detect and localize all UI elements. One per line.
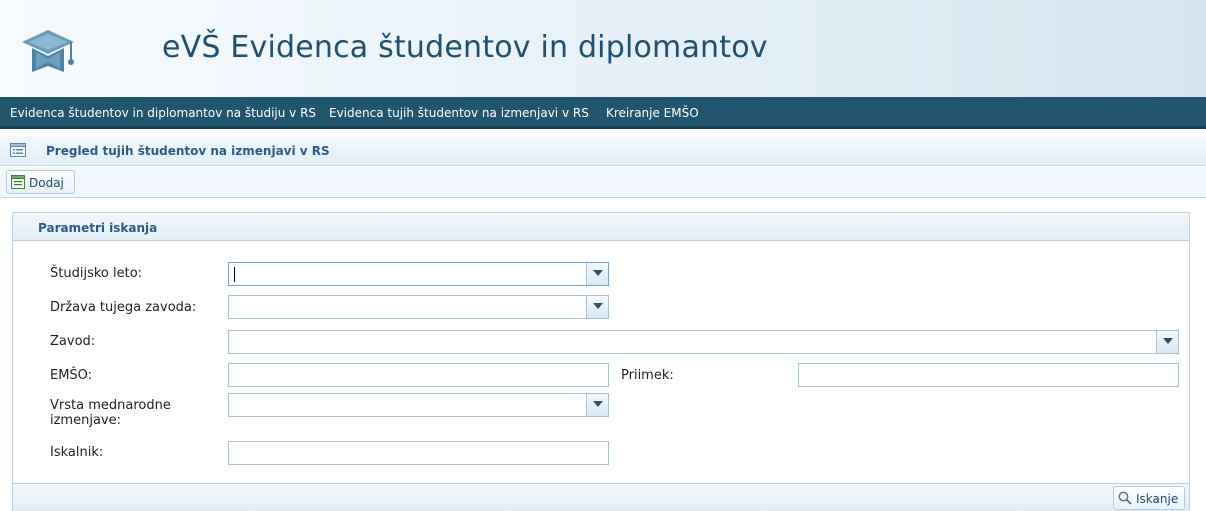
- exchange-type-input[interactable]: [229, 394, 608, 417]
- app-title: eVŠ Evidenca študentov in diplomantov: [162, 30, 768, 65]
- search-panel-title: Parametri iskanja: [38, 221, 158, 235]
- institution-select[interactable]: [228, 330, 1179, 354]
- app-header: eVŠ Evidenca študentov in diplomantov: [0, 0, 1206, 97]
- search-term-field[interactable]: [228, 441, 609, 465]
- exchange-type-dropdown-button[interactable]: [586, 394, 608, 416]
- foreign-country-input[interactable]: [229, 296, 608, 319]
- emso-label: EMŠO:: [50, 368, 93, 383]
- surname-input[interactable]: [799, 364, 1178, 387]
- chevron-down-icon: [1163, 338, 1173, 344]
- exchange-type-label: Vrsta mednarodne izmenjave:: [50, 398, 171, 428]
- page-title: Pregled tujih študentov na izmenjavi v R…: [46, 144, 330, 158]
- search-panel-header: Parametri iskanja: [13, 213, 1189, 241]
- search-button-label: Iskanje: [1136, 492, 1179, 506]
- chevron-down-icon: [593, 270, 603, 276]
- foreign-country-label: Država tujega zavoda:: [50, 300, 197, 315]
- add-button[interactable]: Dodaj: [6, 170, 75, 194]
- search-panel-footer: Iskanje: [13, 483, 1189, 511]
- foreign-country-select[interactable]: [228, 295, 609, 319]
- surname-label: Priimek:: [621, 368, 674, 383]
- main-navigation: Evidenca študentov in diplomantov na štu…: [0, 97, 1206, 129]
- search-button[interactable]: Iskanje: [1113, 486, 1185, 510]
- text-cursor: [234, 267, 235, 282]
- emso-input[interactable]: [229, 364, 608, 387]
- search-parameters-panel: Parametri iskanja Študijsko leto: Država…: [12, 212, 1190, 511]
- institution-label: Zavod:: [50, 334, 96, 349]
- list-form-icon: [10, 143, 26, 157]
- chevron-down-icon: [593, 303, 603, 309]
- graduation-cap-icon: [22, 30, 74, 72]
- study-year-input[interactable]: [229, 263, 608, 286]
- emso-field[interactable]: [228, 363, 609, 387]
- foreign-country-dropdown-button[interactable]: [586, 296, 608, 318]
- study-year-select[interactable]: [228, 262, 609, 286]
- magnifier-icon: [1118, 491, 1132, 505]
- add-button-label: Dodaj: [29, 176, 64, 190]
- nav-item-create-emso[interactable]: Kreiranje EMŠO: [606, 106, 699, 120]
- institution-dropdown-button[interactable]: [1156, 331, 1178, 353]
- add-record-icon: [11, 175, 25, 189]
- institution-input[interactable]: [229, 331, 1178, 354]
- surname-field[interactable]: [798, 363, 1179, 387]
- study-year-dropdown-button[interactable]: [586, 263, 608, 285]
- nav-item-exchange-students[interactable]: Evidenca tujih študentov na izmenjavi v …: [329, 106, 589, 120]
- chevron-down-icon: [593, 401, 603, 407]
- search-term-input[interactable]: [229, 442, 608, 465]
- search-term-label: Iskalnik:: [50, 445, 104, 460]
- exchange-type-select[interactable]: [228, 393, 609, 417]
- nav-item-domestic-students[interactable]: Evidenca študentov in diplomantov na štu…: [10, 106, 316, 120]
- toolbar: Dodaj: [0, 167, 1206, 198]
- page-heading-bar: Pregled tujih študentov na izmenjavi v R…: [0, 136, 1206, 166]
- study-year-label: Študijsko leto:: [50, 266, 143, 281]
